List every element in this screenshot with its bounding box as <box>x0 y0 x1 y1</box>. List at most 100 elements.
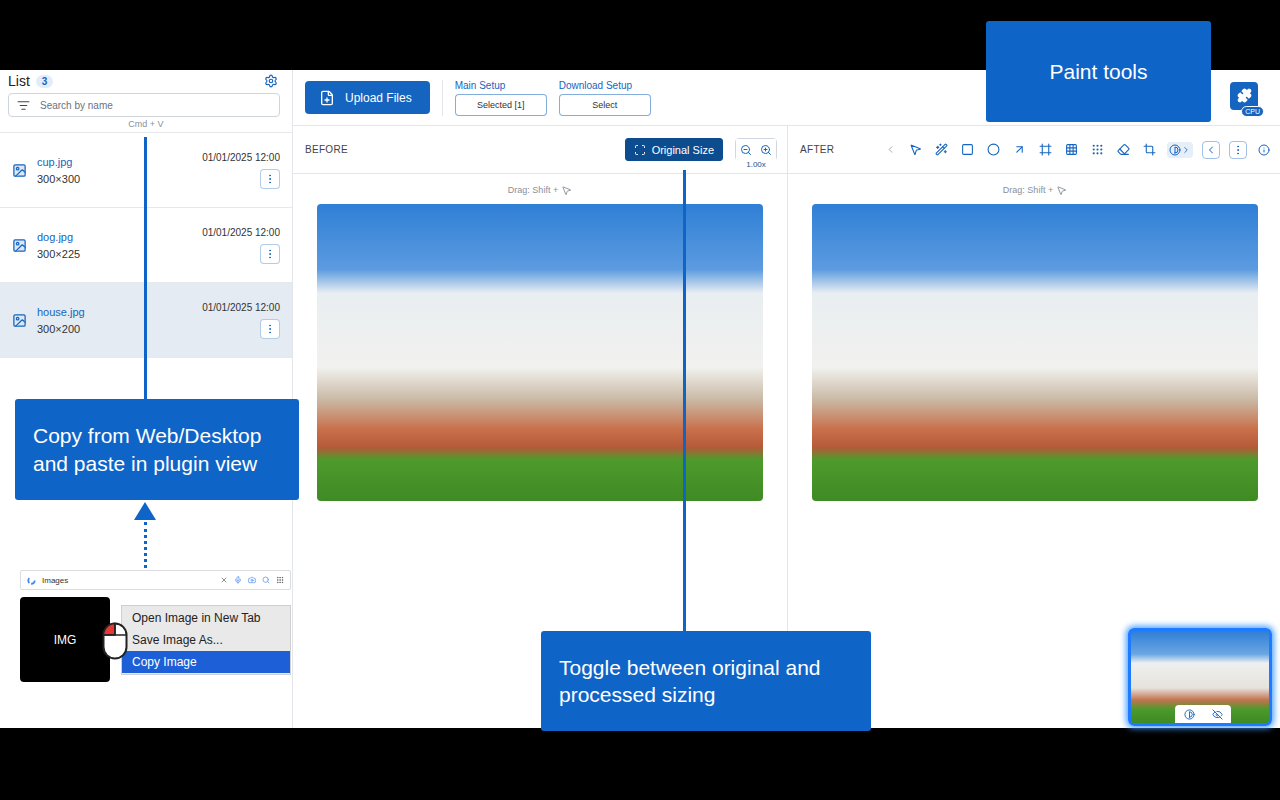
main-setup: Main Setup Selected [1] <box>455 80 547 116</box>
download-setup-button[interactable]: Select <box>559 94 651 116</box>
tool-button[interactable] <box>907 141 924 158</box>
chevron-right-icon <box>1181 145 1191 155</box>
arrow-icon <box>1013 143 1026 156</box>
more-button[interactable] <box>1229 141 1247 159</box>
download-setup: Download Setup Select <box>559 80 651 116</box>
mask-icon <box>1169 144 1181 156</box>
eraser-icon <box>1117 143 1130 156</box>
search-placeholder: Search by name <box>40 100 113 111</box>
circle-icon <box>987 143 1000 156</box>
kebab-icon <box>1232 144 1244 156</box>
browser-search-bar[interactable]: Images <box>20 570 291 590</box>
zoom-level: 1.00x <box>735 160 777 169</box>
sample-image[interactable]: IMG <box>20 597 110 682</box>
panel-label: AFTER <box>800 144 834 155</box>
crop-icon <box>1143 143 1156 156</box>
menu-item[interactable]: Copy Image <box>122 651 290 673</box>
tool-button[interactable] <box>1089 141 1106 158</box>
info-icon <box>1258 144 1270 156</box>
grid-icon <box>1065 143 1078 156</box>
filter-icon <box>17 99 30 112</box>
mouse-icon <box>561 185 572 196</box>
gear-icon[interactable] <box>264 74 278 88</box>
image-icon <box>12 163 27 178</box>
browser-search-text: Images <box>42 576 214 585</box>
mouse-icon <box>1056 185 1067 196</box>
puzzle-icon <box>1237 88 1252 103</box>
setup-label: Download Setup <box>559 80 651 91</box>
count-badge: 3 <box>36 75 54 88</box>
camera-icon <box>248 576 256 584</box>
drag-hint: Drag: Shift + <box>508 182 572 198</box>
kebab-icon <box>264 173 276 185</box>
search-field[interactable]: Search by name <box>8 93 280 117</box>
mic-icon <box>234 576 242 584</box>
tool-button[interactable] <box>1037 141 1054 158</box>
file-name: cup.jpg <box>37 156 192 168</box>
tool-button[interactable] <box>1011 141 1028 158</box>
tool-button[interactable] <box>1141 141 1158 158</box>
menu-item[interactable]: Save Image As... <box>122 629 290 651</box>
file-date: 01/01/2025 12:00 <box>202 302 280 313</box>
zoom-controls: 1.00x <box>735 138 777 161</box>
original-size-button[interactable]: Original Size <box>625 138 723 161</box>
magic-wand-icon <box>935 143 948 156</box>
panel-header: AFTER <box>788 126 1280 174</box>
google-icon <box>27 576 36 585</box>
frame-icon <box>1039 143 1052 156</box>
apps-icon <box>276 576 284 584</box>
file-name: house.jpg <box>37 306 192 318</box>
tool-button[interactable] <box>959 141 976 158</box>
upload-button[interactable]: Upload Files <box>305 81 430 114</box>
panel-label: BEFORE <box>305 144 348 155</box>
toolbar-divider <box>442 80 443 116</box>
connector-line <box>144 137 147 399</box>
file-size: 300×225 <box>37 248 192 260</box>
paint-tools <box>883 141 1272 159</box>
photo <box>317 204 763 501</box>
eye-off-icon[interactable] <box>1212 709 1223 720</box>
zoom-in-button[interactable] <box>756 139 776 160</box>
item-menu-button[interactable] <box>260 244 280 264</box>
main-setup-button[interactable]: Selected [1] <box>455 94 547 116</box>
dots-grid-icon <box>1091 143 1104 156</box>
tool-button[interactable] <box>1063 141 1080 158</box>
tool-button[interactable] <box>985 141 1002 158</box>
zoom-out-icon <box>740 144 752 156</box>
zoom-in-icon <box>760 144 772 156</box>
arrow-head <box>134 502 156 520</box>
kebab-icon <box>264 323 276 335</box>
previous-button[interactable] <box>1202 141 1220 159</box>
search-icon <box>262 576 270 584</box>
clear-icon <box>220 576 228 584</box>
tool-button[interactable] <box>1115 141 1132 158</box>
menu-item[interactable]: Open Image in New Tab <box>122 607 290 629</box>
scan-icon <box>634 144 646 156</box>
mask-button[interactable] <box>1167 142 1193 158</box>
chevron-left-icon <box>1205 144 1217 156</box>
preview-thumbnail[interactable] <box>1128 628 1272 726</box>
compare-icon[interactable] <box>1184 709 1195 720</box>
chevron-left-icon <box>885 144 896 155</box>
thumbnail-controls <box>1175 705 1231 723</box>
scroll-left-button[interactable] <box>883 142 898 157</box>
item-menu-button[interactable] <box>260 169 280 189</box>
paint-tools-callout: Paint tools <box>986 21 1211 122</box>
item-menu-button[interactable] <box>260 319 280 339</box>
plugin-button[interactable]: CPU <box>1230 82 1258 110</box>
app: List3Search by nameCmd + Vcup.jpg300×300… <box>0 0 1280 800</box>
zoom-out-button[interactable] <box>736 139 756 160</box>
file-plus-icon <box>319 90 335 106</box>
cpu-badge: CPU <box>1241 106 1264 117</box>
sidebar-title: List3 <box>8 73 53 89</box>
setup-label: Main Setup <box>455 80 547 91</box>
tool-button[interactable] <box>933 141 950 158</box>
connector-line <box>683 170 686 631</box>
bottom-band <box>0 728 1280 800</box>
kebab-icon <box>264 248 276 260</box>
context-menu: Open Image in New TabSave Image As...Cop… <box>121 605 291 675</box>
photo <box>812 204 1258 501</box>
info-button[interactable] <box>1256 142 1272 158</box>
rectangle-icon <box>961 143 974 156</box>
file-date: 01/01/2025 12:00 <box>202 152 280 163</box>
